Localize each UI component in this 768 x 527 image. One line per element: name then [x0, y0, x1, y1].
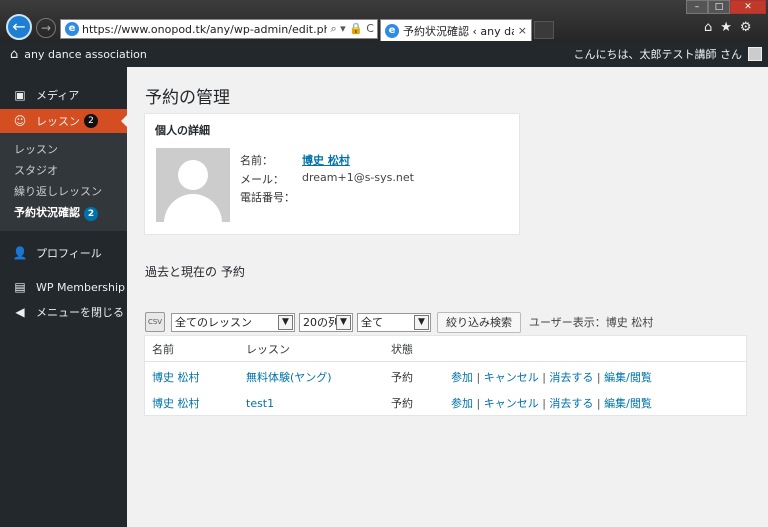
favorites-star-icon[interactable]: ★ — [720, 20, 732, 35]
home-icon[interactable]: ⌂ — [10, 47, 18, 62]
browser-right-icons: ⌂ ★ ⚙ — [704, 20, 752, 35]
status-value: 予約 — [391, 371, 413, 384]
site-name-link[interactable]: any dance association — [24, 48, 573, 61]
column-header-name: 名前 — [152, 342, 174, 356]
row-actions: 参加 | キャンセル | 消去する | 編集/閲覧 — [451, 397, 652, 410]
chevron-down-icon: ▼ — [336, 314, 351, 330]
sidebar-item-label: メディア — [36, 89, 80, 102]
column-header-lesson: レッスン — [246, 342, 290, 356]
mail-value: dream+1@s-sys.net — [302, 171, 414, 184]
ie-logo-icon: e — [65, 22, 79, 36]
submenu-item-lesson[interactable]: レッスン — [0, 139, 127, 160]
submenu-item-reservations[interactable]: 予約状況確認 2 — [0, 202, 127, 223]
phone-label: 電話番号： — [240, 191, 295, 204]
filter-bar: CSV 全てのレッスン ▼ 20の列 ▼ 全て ▼ 絞り込み検索 ユーザー表示：… — [145, 311, 653, 333]
filter-button[interactable]: 絞り込み検索 — [437, 311, 521, 333]
lesson-link[interactable]: test1 — [246, 397, 274, 410]
mail-label: メール： — [240, 173, 284, 186]
person-body-shape — [164, 194, 222, 222]
media-icon: ▣ — [14, 88, 26, 102]
sidebar-item-profile[interactable]: 👤 プロフィール — [0, 241, 127, 265]
user-icon: 👤 — [12, 246, 28, 260]
rows-per-page-select[interactable]: 20の列 ▼ — [299, 312, 353, 332]
sidebar-submenu: レッスン スタジオ 繰り返しレッスン 予約状況確認 2 — [0, 133, 127, 231]
name-link[interactable]: 博史 松村 — [302, 152, 350, 168]
submenu-item-recurring[interactable]: 繰り返しレッスン — [0, 181, 127, 202]
status-value: 予約 — [391, 397, 413, 410]
select-value: 全てのレッスン — [175, 316, 252, 329]
id-card-icon: ▤ — [14, 280, 26, 294]
delete-link[interactable]: 消去する — [549, 371, 593, 384]
home-icon[interactable]: ⌂ — [704, 20, 712, 35]
sidebar-item-media[interactable]: ▣ メディア — [0, 83, 127, 107]
person-head-shape — [178, 160, 208, 190]
collapse-menu-button[interactable]: ◀ メニューを閉じる — [0, 300, 127, 324]
lesson-select[interactable]: 全てのレッスン ▼ — [171, 312, 295, 332]
browser-window: – □ ✕ ← → e https://www.onopod.tk/any/wp… — [0, 0, 768, 527]
address-actions[interactable]: ⌕ ▾ 🔒 C — [327, 22, 377, 36]
page-title: 予約の管理 — [145, 88, 230, 108]
status-select[interactable]: 全て ▼ — [357, 312, 431, 332]
tab-close-icon[interactable]: × — [518, 24, 527, 37]
personal-details-card: 個人の詳細 名前： 博史 松村 メール： dream+1@s-sys.net 電… — [144, 113, 520, 235]
sidebar-item-wp-membership[interactable]: ▤ WP Membership — [0, 275, 127, 299]
count-badge: 2 — [84, 114, 98, 128]
cancel-link[interactable]: キャンセル — [484, 397, 539, 410]
submenu-item-studio[interactable]: スタジオ — [0, 160, 127, 181]
back-arrow-icon[interactable]: ← — [6, 14, 32, 40]
sidebar-item-label: プロフィール — [36, 247, 102, 260]
minimize-button[interactable]: – — [686, 0, 708, 14]
maximize-button[interactable]: □ — [708, 0, 730, 14]
user-name-link[interactable]: 博史 松村 — [152, 395, 200, 411]
edit-view-link[interactable]: 編集/閲覧 — [604, 397, 652, 410]
admin-sidebar: ▣ メディア ☺ レッスン 2 レッスン スタジオ 繰り返しレッスン 予約状況確… — [0, 67, 127, 527]
select-value: 20の列 — [303, 316, 336, 329]
sidebar-item-label: レッスン — [36, 115, 80, 128]
main-content: 予約の管理 個人の詳細 名前： 博史 松村 メール： dream+1@s-sys… — [127, 67, 768, 527]
lesson-icon: ☺ — [13, 114, 27, 128]
table-row: 博史 松村 無料体験(ヤング) 予約 参加 | キャンセル | 消去する | 編… — [145, 364, 746, 390]
section-heading: 過去と現在の 予約 — [145, 265, 245, 279]
column-header-status: 状態 — [391, 342, 413, 356]
browser-chrome: – □ ✕ ← → e https://www.onopod.tk/any/wp… — [0, 0, 768, 41]
address-bar[interactable]: e https://www.onopod.tk/any/wp-admin/edi… — [60, 19, 378, 39]
tab-active[interactable]: e 予約状況確認 ‹ any danc... × — [380, 19, 532, 41]
row-actions: 参加 | キャンセル | 消去する | 編集/閲覧 — [451, 371, 652, 384]
sidebar-item-lesson[interactable]: ☺ レッスン 2 — [0, 109, 127, 133]
chevron-down-icon: ▼ — [414, 314, 429, 330]
table-row: 博史 松村 test1 予約 参加 | キャンセル | 消去する | 編集/閲覧 — [145, 390, 746, 416]
attend-link[interactable]: 参加 — [451, 397, 473, 410]
gear-icon[interactable]: ⚙ — [740, 20, 752, 35]
select-value: 全て — [361, 316, 383, 329]
cancel-link[interactable]: キャンセル — [484, 371, 539, 384]
edit-view-link[interactable]: 編集/閲覧 — [604, 371, 652, 384]
sidebar-item-label: WP Membership — [36, 280, 125, 294]
forward-arrow-icon[interactable]: → — [36, 18, 56, 38]
submenu-item-label: 予約状況確認 — [14, 206, 80, 219]
card-heading: 個人の詳細 — [155, 124, 210, 137]
reservations-table: 名前 レッスン 状態 博史 松村 無料体験(ヤング) 予約 参加 | キャンセル… — [144, 335, 747, 416]
chevron-down-icon: ▼ — [278, 314, 293, 330]
avatar — [156, 148, 230, 222]
lesson-link[interactable]: 無料体験(ヤング) — [246, 369, 332, 385]
close-window-button[interactable]: ✕ — [730, 0, 766, 14]
delete-link[interactable]: 消去する — [549, 397, 593, 410]
collapse-arrow-icon: ◀ — [15, 305, 25, 319]
avatar[interactable] — [748, 47, 762, 61]
wp-admin-bar: ⌂ any dance association こんにちは、太郎テスト講師 さん — [0, 41, 768, 67]
ie-logo-icon: e — [385, 23, 399, 38]
tab-title[interactable]: 予約状況確認 ‹ any danc... — [403, 23, 514, 39]
user-greeting[interactable]: こんにちは、太郎テスト講師 さん — [574, 46, 743, 62]
csv-export-icon[interactable]: CSV — [145, 312, 165, 332]
user-view-text: ユーザー表示：博史 松村 — [529, 316, 654, 329]
new-tab-button[interactable] — [534, 21, 554, 39]
user-name-link[interactable]: 博史 松村 — [152, 369, 200, 385]
count-badge: 2 — [84, 207, 98, 221]
sidebar-item-label: メニューを閉じる — [36, 306, 124, 319]
url-text[interactable]: https://www.onopod.tk/any/wp-admin/edit.… — [82, 23, 327, 36]
attend-link[interactable]: 参加 — [451, 371, 473, 384]
name-label: 名前： — [240, 154, 273, 167]
table-header-row: 名前 レッスン 状態 — [145, 336, 746, 362]
